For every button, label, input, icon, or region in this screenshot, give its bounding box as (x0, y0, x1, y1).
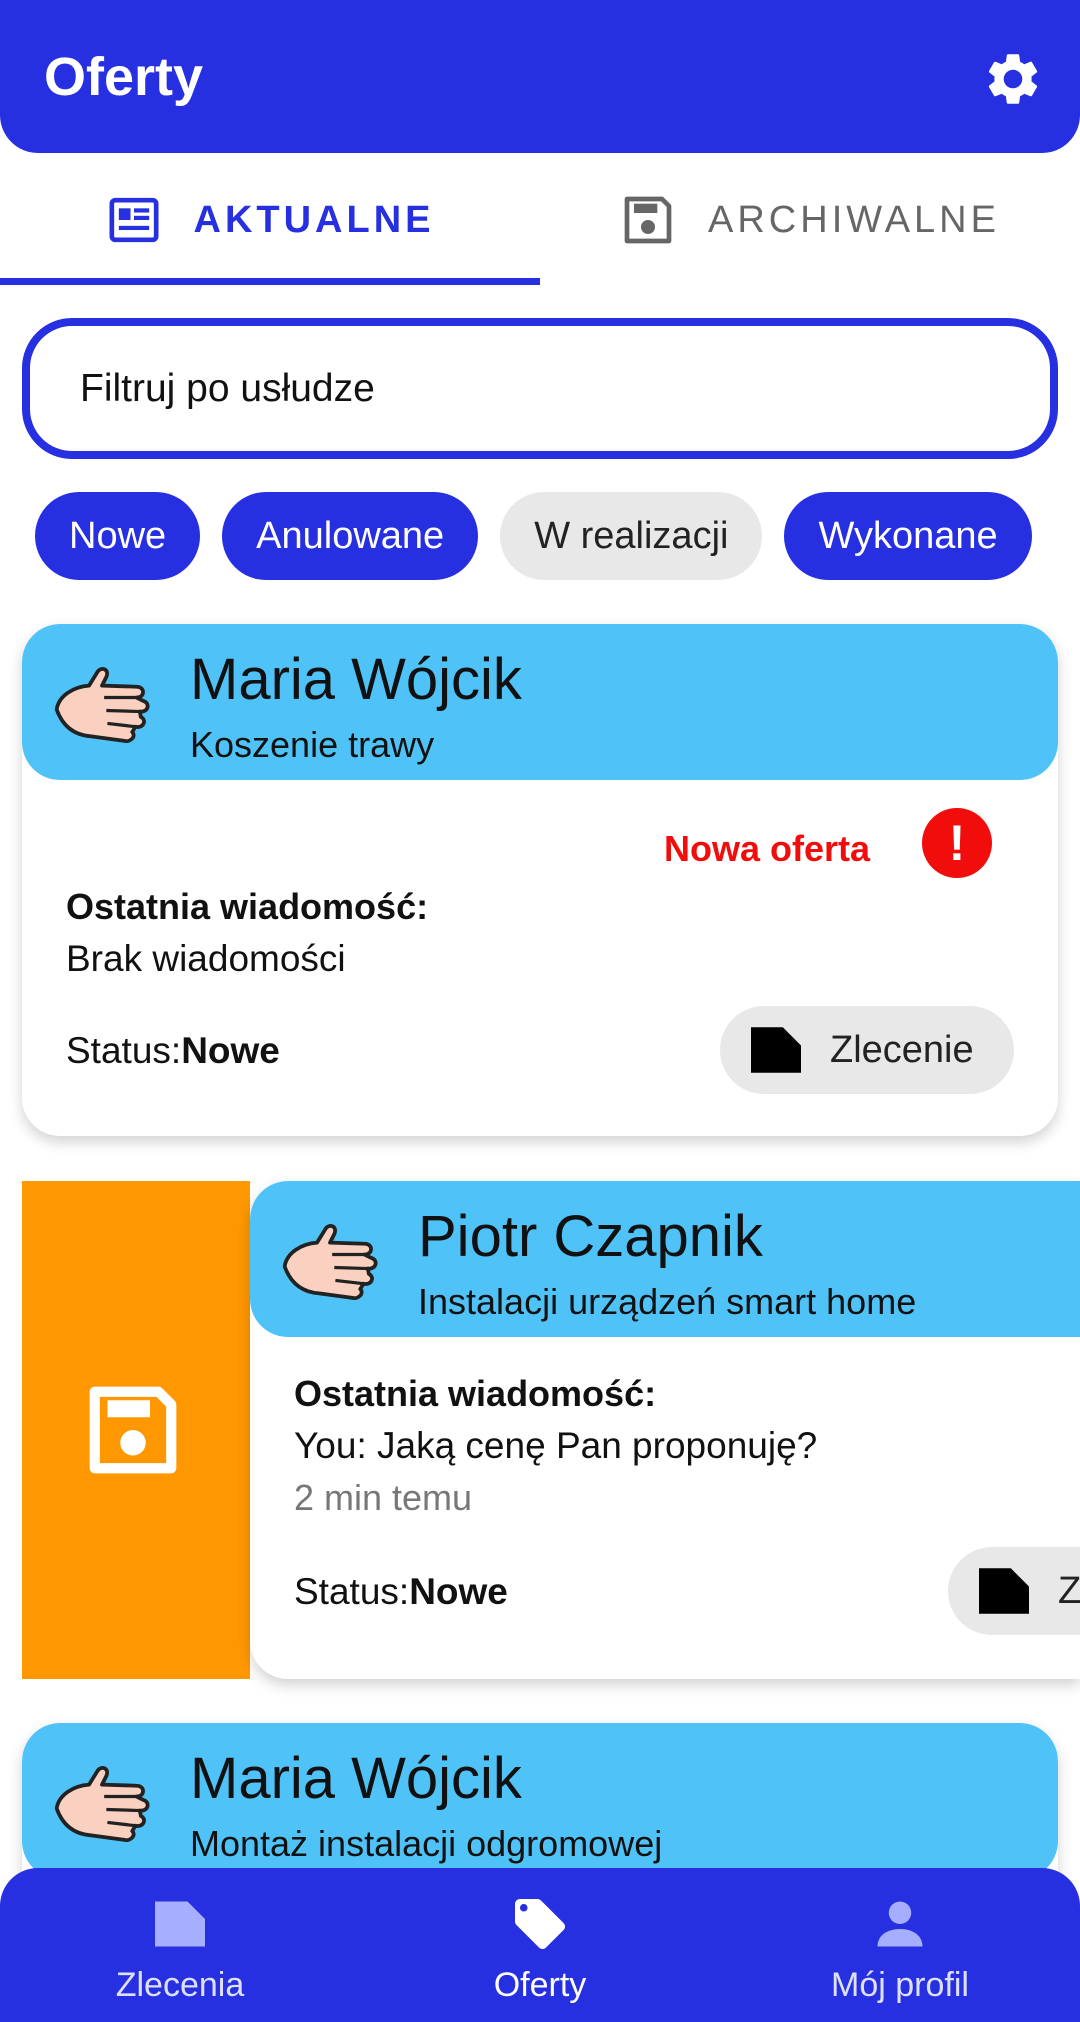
nav-item-zlecenia[interactable]: Zlecenia (0, 1868, 360, 2022)
offer-card-header: Maria Wójcik Montaż instalacji odgromowe… (22, 1723, 1058, 1879)
service-name: Instalacji urządzeń smart home (418, 1281, 917, 1322)
alert-icon: ! (922, 808, 992, 878)
status-value: Nowe (181, 1030, 280, 1071)
last-message-label: Ostatnia wiadomość: (66, 886, 429, 927)
order-button[interactable]: Zlecenie (948, 1547, 1080, 1635)
service-name: Montaż instalacji odgromowej (190, 1823, 663, 1864)
document-icon (155, 1901, 205, 1947)
nav-item-oferty[interactable]: Oferty (360, 1868, 720, 2022)
tab-label: AKTUALNE (193, 198, 435, 241)
filter-chip-nowe[interactable]: Nowe (35, 492, 201, 580)
nav-item-moj-profil[interactable]: Mój profil (720, 1868, 1080, 2022)
offer-card-header: Piotr Czapnik Instalacji urządzeń smart … (250, 1181, 1080, 1337)
filter-chip-wykonane[interactable]: Wykonane (784, 492, 1032, 580)
nav-label: Mój profil (831, 1966, 969, 2004)
save-icon (624, 196, 672, 244)
status-text: Status:Nowe (294, 1571, 508, 1612)
hand-icon (54, 1766, 150, 1843)
bottom-navigation: Zlecenia Oferty Mój profil (0, 1868, 1080, 2022)
filter-chip-w-realizacji[interactable]: W realizacji (500, 492, 763, 580)
service-filter-input[interactable]: Filtruj po usłudze (22, 318, 1058, 459)
last-message-label: Ostatnia wiadomość: (294, 1373, 657, 1414)
offer-card[interactable]: Piotr Czapnik Instalacji urządzeń smart … (250, 1181, 1080, 1679)
last-message-text: Brak wiadomości (66, 938, 346, 979)
order-button-label: Zlecenie (830, 1028, 974, 1071)
document-icon (751, 1027, 801, 1073)
service-name: Koszenie trawy (190, 724, 435, 765)
tab-bar: AKTUALNE ARCHIWALNE (0, 153, 1080, 287)
offer-card-header: Maria Wójcik Koszenie trawy (22, 624, 1058, 780)
archive-swipe-action[interactable] (22, 1181, 250, 1679)
order-button-label: Zlecenie (1058, 1569, 1080, 1612)
tab-archiwalne[interactable]: ARCHIWALNE (540, 153, 1080, 287)
person-icon (877, 1901, 923, 1947)
nav-label: Oferty (493, 1966, 587, 2004)
client-name: Maria Wójcik (190, 647, 522, 712)
nav-label: Zlecenia (115, 1966, 245, 2004)
tab-aktualne[interactable]: AKTUALNE (0, 153, 540, 287)
status-value: Nowe (409, 1571, 508, 1612)
last-message-time: 2 min temu (294, 1477, 473, 1518)
hand-icon (282, 1224, 378, 1301)
active-tab-indicator (0, 278, 540, 285)
last-message-text: You: Jaką cenę Pan proponuję? (294, 1425, 818, 1466)
filter-chip-anulowane[interactable]: Anulowane (222, 492, 479, 580)
order-button[interactable]: Zlecenie (720, 1006, 1014, 1094)
client-name: Maria Wójcik (190, 1746, 522, 1811)
app-bar: Oferty (0, 0, 1080, 153)
gear-icon[interactable] (982, 48, 1044, 110)
offer-card[interactable]: Maria Wójcik Koszenie trawy Nowa oferta … (22, 624, 1058, 1136)
page-title: Oferty (44, 47, 204, 107)
tag-icon (515, 1899, 565, 1949)
search-placeholder: Filtruj po usłudze (80, 366, 375, 410)
newspaper-icon (109, 197, 158, 243)
save-icon (89, 1386, 177, 1474)
hand-icon (54, 667, 150, 744)
document-icon (979, 1568, 1029, 1614)
status-text: Status:Nowe (66, 1030, 280, 1071)
tab-label: ARCHIWALNE (708, 198, 1000, 241)
new-offer-badge: Nowa oferta (664, 828, 871, 869)
client-name: Piotr Czapnik (418, 1204, 763, 1269)
status-filter-chips: Nowe Anulowane W realizacji Wykonane (35, 492, 1032, 580)
